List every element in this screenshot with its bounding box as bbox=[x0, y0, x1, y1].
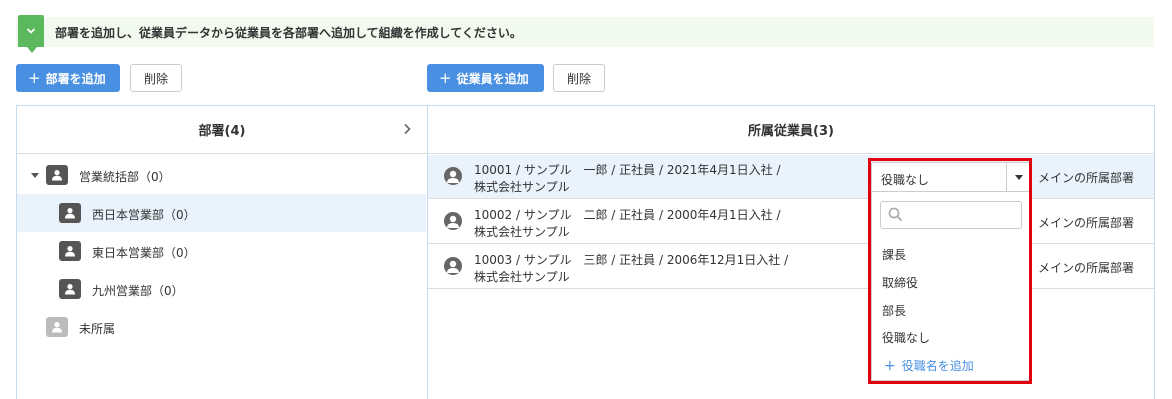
caret-down-icon[interactable] bbox=[31, 173, 39, 178]
department-icon bbox=[59, 241, 81, 261]
employees-title: 所属従業員(3) bbox=[748, 124, 834, 139]
position-select[interactable]: 役職なし bbox=[871, 162, 1031, 192]
employee-row[interactable]: 10003 / サンプル 三郎 / 正社員 / 2006年12月1日入社 / 株… bbox=[428, 245, 1154, 289]
department-icon bbox=[59, 203, 81, 223]
dropdown-toggle[interactable] bbox=[1006, 163, 1030, 191]
main-department-label: メインの所属部署 bbox=[1038, 216, 1135, 230]
user-avatar-icon bbox=[444, 167, 462, 185]
tree-item-label: 西日本営業部（0） bbox=[92, 208, 196, 222]
chevron-right-icon[interactable] bbox=[403, 123, 411, 135]
departments-header: 部署(4) bbox=[17, 106, 427, 154]
banner-text: 部署を追加し、従業員データから従業員を各部署へ追加して組織を作成してください。 bbox=[55, 26, 522, 40]
chevron-down-icon[interactable] bbox=[18, 15, 44, 53]
add-employee-button[interactable]: + 従業員を追加 bbox=[427, 64, 544, 92]
tree-item-label: 未所属 bbox=[79, 322, 116, 336]
employee-info: 10002 / サンプル 二郎 / 正社員 / 2000年4月1日入社 / bbox=[474, 208, 781, 222]
position-option[interactable]: 部長 bbox=[882, 302, 906, 319]
main-department-label: メインの所属部署 bbox=[1038, 261, 1135, 275]
employee-company: 株式会社サンプル bbox=[474, 225, 570, 239]
departments-title: 部署(4) bbox=[198, 124, 246, 139]
tree-item-east-japan[interactable]: 東日本営業部（0） bbox=[17, 232, 426, 270]
employee-info: 10003 / サンプル 三郎 / 正社員 / 2006年12月1日入社 / bbox=[474, 253, 789, 267]
position-option[interactable]: 取締役 bbox=[882, 274, 918, 291]
user-avatar-icon bbox=[444, 212, 462, 230]
plus-icon: + bbox=[28, 68, 41, 87]
position-option[interactable]: 課長 bbox=[882, 246, 906, 263]
tree-item-west-japan[interactable]: 西日本営業部（0） bbox=[17, 194, 426, 232]
position-select-value: 役職なし bbox=[881, 173, 930, 187]
add-position-button[interactable]: + 役職名を追加 bbox=[884, 357, 974, 374]
employee-company: 株式会社サンプル bbox=[474, 180, 570, 194]
tree-item-label: 東日本営業部（0） bbox=[92, 246, 196, 260]
tree-item-kyushu[interactable]: 九州営業部（0） bbox=[17, 270, 426, 308]
plus-icon: + bbox=[439, 68, 452, 87]
position-dropdown: 課長 取締役 部長 役職なし + 役職名を追加 bbox=[871, 192, 1031, 381]
department-icon bbox=[59, 279, 81, 299]
employee-row[interactable]: 10001 / サンプル 一郎 / 正社員 / 2021年4月1日入社 / 株式… bbox=[428, 155, 1154, 199]
add-employee-label: 従業員を追加 bbox=[456, 71, 529, 86]
employees-panel: 所属従業員(3) 10001 / サンプル 一郎 / 正社員 / 2021年4月… bbox=[427, 105, 1155, 399]
plus-icon: + bbox=[884, 358, 896, 374]
department-icon bbox=[46, 165, 68, 185]
info-banner: 部署を追加し、従業員データから従業員を各部署へ追加して組織を作成してください。 bbox=[16, 15, 1154, 53]
caret-down-icon bbox=[1015, 175, 1023, 180]
employees-header: 所属従業員(3) bbox=[428, 106, 1154, 154]
employee-row[interactable]: 10002 / サンプル 二郎 / 正社員 / 2000年4月1日入社 / 株式… bbox=[428, 200, 1154, 244]
tree-item-sales-hq[interactable]: 営業統括部（0） bbox=[17, 156, 426, 194]
delete-department-button[interactable]: 削除 bbox=[130, 64, 182, 92]
employee-company: 株式会社サンプル bbox=[474, 270, 570, 284]
add-department-button[interactable]: + 部署を追加 bbox=[16, 64, 120, 92]
tree-item-label: 営業統括部（0） bbox=[79, 170, 171, 184]
tree-item-unassigned[interactable]: 未所属 bbox=[17, 308, 426, 346]
departments-panel: 部署(4) 営業統括部（0） 西日本営業部（0） 東日本営業部（0） 九州営業部… bbox=[16, 105, 427, 399]
employee-info: 10001 / サンプル 一郎 / 正社員 / 2021年4月1日入社 / bbox=[474, 163, 781, 177]
add-department-label: 部署を追加 bbox=[45, 71, 106, 86]
position-option[interactable]: 役職なし bbox=[882, 329, 930, 346]
user-avatar-icon bbox=[444, 257, 462, 275]
delete-employee-button[interactable]: 削除 bbox=[553, 64, 605, 92]
main-department-label: メインの所属部署 bbox=[1038, 171, 1135, 185]
add-position-label: 役職名を追加 bbox=[901, 359, 974, 373]
tree-item-label: 九州営業部（0） bbox=[92, 284, 184, 298]
search-icon bbox=[888, 207, 903, 222]
department-icon bbox=[46, 317, 68, 337]
